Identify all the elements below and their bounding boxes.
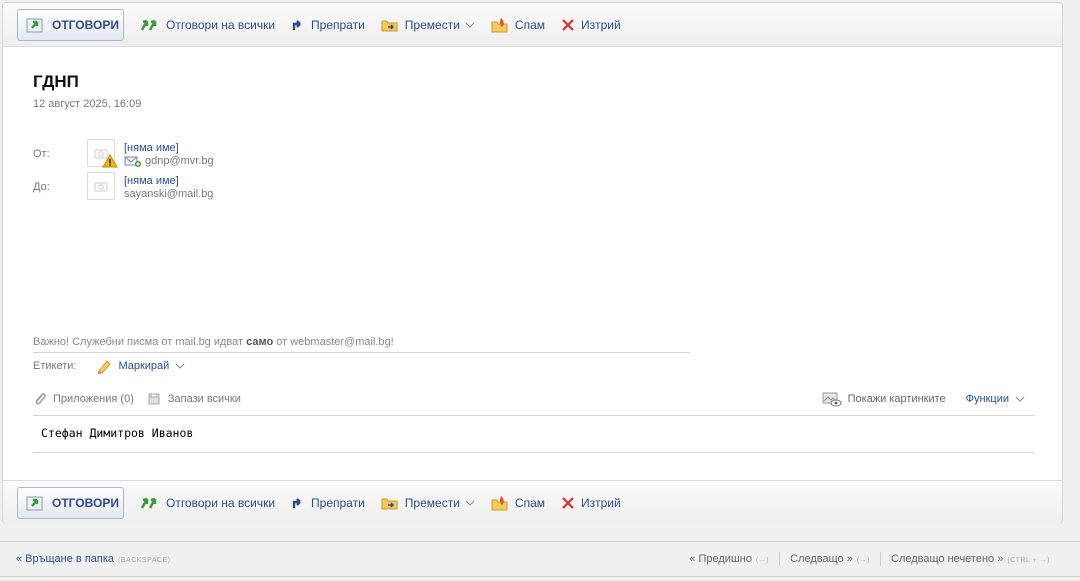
move-button[interactable]: Премести: [381, 496, 475, 510]
previous-hint: (←): [755, 557, 770, 564]
show-images-label: Покажи картинките: [847, 392, 946, 405]
forward-icon: [292, 497, 301, 508]
chevron-down-icon: [465, 500, 475, 506]
delete-label: Изтрий: [581, 495, 621, 510]
reply-icon: [26, 496, 43, 510]
labels-label: Етикети:: [33, 360, 77, 372]
forward-label: Препрати: [311, 17, 365, 32]
nav-separator: [880, 552, 882, 566]
attachments-info: Приложения (0): [33, 391, 134, 407]
forward-icon: [292, 19, 301, 30]
next-unread-label: Следващо нечетено »: [891, 553, 1004, 565]
image-eye-icon: [822, 392, 842, 406]
move-button[interactable]: Премести: [381, 18, 475, 32]
back-to-folder-link[interactable]: « Връщане в папка (BACKSPACE): [16, 553, 170, 565]
reply-all-button[interactable]: Отговори на всички: [140, 18, 275, 32]
reply-all-icon: [140, 19, 157, 31]
reply-button[interactable]: ОТГОВОРИ: [17, 8, 124, 41]
mark-dropdown[interactable]: Маркирай: [96, 358, 191, 374]
bottom-toolbar: ОТГОВОРИ Отговори на всички Препрати Пре…: [3, 480, 1062, 524]
forward-button[interactable]: Препрати: [291, 18, 365, 32]
reply-label: ОТГОВОРИ: [52, 17, 119, 32]
notice-prefix: Важно! Служебни писма от mail.bg идват: [33, 336, 247, 348]
back-hint: (BACKSPACE): [118, 557, 171, 564]
reply-all-label: Отговори на всички: [166, 17, 276, 32]
functions-label: Функции: [965, 392, 1009, 405]
delete-x-icon: [562, 496, 574, 509]
to-label: До:: [33, 181, 50, 193]
sender-email: gdnp@mvr.bg: [145, 155, 214, 167]
previous-label: « Предишно: [689, 553, 752, 565]
spam-folder-icon: [491, 495, 508, 510]
message-panel: ОТГОВОРИ Отговори на всички Препрати Пре…: [2, 2, 1063, 524]
save-all-label: Запази всички: [167, 392, 241, 405]
body-divider: [33, 452, 1035, 453]
labels-row: Етикети: Маркирай: [33, 358, 191, 374]
next-hint: (→): [856, 557, 871, 564]
notice-suffix: от webmaster@mail.bg!: [273, 336, 394, 348]
next-unread-hint: (CTRL + →): [1007, 557, 1050, 564]
footer-navigation: « Връщане в папка (BACKSPACE) « Предишно(…: [0, 541, 1080, 577]
reply-all-button[interactable]: Отговори на всички: [140, 496, 275, 510]
save-all-button[interactable]: Запази всички: [148, 393, 241, 405]
reply-icon: [26, 18, 43, 32]
next-label: Следващо »: [790, 553, 853, 565]
chevron-down-icon: [175, 363, 185, 369]
recipient-avatar[interactable]: [87, 172, 115, 200]
message-body: Стефан Димитров Иванов: [41, 426, 194, 440]
reply-all-label: Отговори на всички: [166, 495, 276, 510]
recipient-name[interactable]: [няма име]: [124, 175, 179, 187]
message-nav: « Предишно (←) Следващо » (→) Следващо неч…: [689, 552, 1050, 566]
delete-x-icon: [562, 18, 574, 31]
tag-pencil-icon: [97, 360, 112, 374]
delete-button[interactable]: Изтрий: [561, 18, 621, 32]
attachments-label: Приложения (0): [53, 392, 134, 405]
spam-button[interactable]: Спам: [491, 17, 545, 33]
attachments-row-right: Покажи картинките Функции: [822, 391, 1035, 407]
nav-separator: [779, 552, 781, 566]
mark-label: Маркирай: [118, 360, 170, 372]
functions-dropdown[interactable]: Функции: [966, 393, 1025, 405]
reply-button[interactable]: ОТГОВОРИ: [17, 486, 124, 519]
message-subject: ГДНП: [33, 72, 79, 91]
delete-button[interactable]: Изтрий: [561, 496, 621, 510]
folder-move-icon: [381, 498, 398, 509]
reply-all-icon: [140, 497, 157, 509]
sender-email-row: gdnp@mvr.bg: [124, 155, 214, 167]
reply-label: ОТГОВОРИ: [52, 495, 119, 510]
notice-bold: само: [246, 336, 274, 348]
spam-label: Спам: [514, 495, 545, 510]
spam-label: Спам: [514, 17, 545, 32]
add-contact-icon[interactable]: [124, 155, 142, 167]
message-date: 12 август 2025, 16:09: [33, 98, 142, 110]
paperclip-icon: [35, 392, 46, 405]
from-label: От:: [33, 148, 50, 160]
next-link[interactable]: Следващо » (→): [790, 553, 870, 565]
top-toolbar: ОТГОВОРИ Отговори на всички Препрати Пре…: [3, 3, 1062, 47]
chevron-down-icon: [1015, 396, 1025, 402]
spam-button[interactable]: Спам: [491, 495, 545, 511]
delete-label: Изтрий: [581, 17, 621, 32]
folder-move-icon: [381, 20, 398, 31]
warning-icon: [102, 154, 118, 168]
move-label: Премести: [404, 495, 460, 510]
attachments-row: Приложения (0) Запази всички Покажи карт…: [33, 382, 1035, 416]
next-unread-link[interactable]: Следващо нечетено » (CTRL + →): [891, 553, 1050, 565]
floppy-icon: [148, 393, 160, 404]
back-label: « Връщане в папка: [16, 553, 115, 565]
camera-icon: [94, 182, 108, 192]
forward-button[interactable]: Препрати: [291, 496, 365, 510]
previous-link[interactable]: « Предишно (←): [689, 553, 769, 565]
sender-avatar[interactable]: [87, 139, 118, 168]
recipient-email: sayanski@mail.bg: [124, 188, 214, 200]
security-notice: Важно! Служебни писма от mail.bg идват с…: [33, 336, 690, 353]
show-images-button[interactable]: Покажи картинките: [822, 391, 946, 407]
forward-label: Препрати: [311, 495, 365, 510]
sender-name[interactable]: [няма име]: [124, 142, 179, 154]
chevron-down-icon: [465, 22, 475, 28]
spam-folder-icon: [491, 17, 508, 32]
move-label: Премести: [404, 17, 460, 32]
